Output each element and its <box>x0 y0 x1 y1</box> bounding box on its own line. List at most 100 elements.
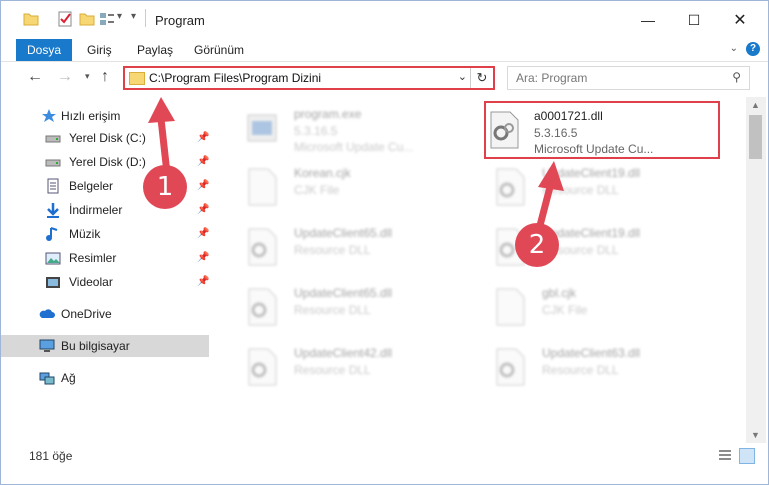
pin-icon[interactable]: 📌 <box>197 199 209 221</box>
file-item-selected[interactable]: a0001721.dll 5.3.16.5 Microsoft Update C… <box>484 101 720 159</box>
pin-icon[interactable]: 📌 <box>197 127 209 149</box>
sidebar-item-this-pc[interactable]: Bu bilgisayar <box>1 335 209 357</box>
tab-paylas[interactable]: Paylaş <box>137 39 173 61</box>
exe-file-icon <box>247 114 277 142</box>
title-divider <box>145 9 146 27</box>
address-path[interactable]: C:\Program Files\Program Dizini <box>149 71 321 85</box>
large-icons-view-icon[interactable] <box>739 448 755 464</box>
star-icon <box>42 109 56 122</box>
sidebar-item-pictures[interactable]: Resimler 📌 <box>1 247 209 269</box>
scroll-thumb[interactable] <box>749 115 762 159</box>
minimize-button[interactable]: — <box>625 7 671 33</box>
sidebar-item-videos[interactable]: Videolar 📌 <box>1 271 209 293</box>
search-icon[interactable]: ⚲ <box>732 70 741 84</box>
sidebar-item-local-disk-c[interactable]: Yerel Disk (C:) 📌 <box>1 127 209 149</box>
cloud-icon <box>39 309 55 318</box>
drive-icon <box>45 135 61 143</box>
sidebar-item-label: Ağ <box>61 371 76 385</box>
documents-icon <box>47 178 59 194</box>
file-item[interactable]: UpdateClient19.dll Resource DLL <box>474 220 704 272</box>
file-type: Resource DLL <box>542 363 619 377</box>
file-name: a0001721.dll <box>534 109 603 123</box>
file-type: Resource DLL <box>542 183 619 197</box>
pin-icon[interactable]: 📌 <box>197 175 209 197</box>
sidebar-item-label: Resimler <box>69 251 117 265</box>
folder-icon <box>129 72 145 85</box>
dll-file-icon <box>496 348 525 386</box>
file-item[interactable]: UpdateClient65.dll Resource DLL <box>226 220 456 272</box>
recent-locations-icon[interactable]: ▾ <box>85 71 90 82</box>
new-folder-icon[interactable] <box>79 11 95 27</box>
dll-file-icon <box>496 168 525 206</box>
pin-icon[interactable]: 📌 <box>197 271 209 293</box>
sidebar-item-label: Bu bilgisayar <box>61 339 130 353</box>
dll-file-icon <box>248 348 277 386</box>
back-button[interactable]: ← <box>27 68 43 86</box>
customize-view-icon[interactable] <box>99 11 115 27</box>
scroll-down-icon[interactable]: ▼ <box>751 430 760 440</box>
file-icon <box>248 168 277 206</box>
tab-giris[interactable]: Giriş <box>87 39 112 61</box>
pin-icon[interactable]: 📌 <box>197 223 209 245</box>
help-icon[interactable]: ? <box>746 42 760 56</box>
folder-icon[interactable] <box>23 11 39 27</box>
customize-toolbar-icon[interactable]: ▾ <box>131 11 136 22</box>
navigation-pane: Hızlı erişim Yerel Disk (C:) 📌 Yerel Dis… <box>1 99 211 439</box>
file-type: CJK File <box>542 303 588 317</box>
file-item[interactable]: UpdateClient19.dll Resource DLL <box>474 160 704 212</box>
file-name: program.exe <box>294 107 362 121</box>
sidebar-item-label: OneDrive <box>61 307 112 321</box>
address-bar[interactable]: C:\Program Files\Program Dizini ⌄ ↻ <box>123 66 495 90</box>
scroll-up-icon[interactable]: ▲ <box>751 100 760 110</box>
vertical-scrollbar[interactable]: ▲ ▼ <box>746 97 766 443</box>
file-type: Resource DLL <box>294 363 371 377</box>
sidebar-item-label: Müzik <box>69 227 101 241</box>
sidebar-item-label: Videolar <box>69 275 113 289</box>
qa-dropdown-icon[interactable]: ▾ <box>117 11 122 22</box>
refresh-button[interactable]: ↻ <box>470 68 493 88</box>
search-input[interactable]: Ara: Program ⚲ <box>507 66 750 90</box>
file-list: program.exe 5.3.16.5 Microsoft Update Cu… <box>216 96 746 441</box>
status-bar: 181 öğe <box>1 445 768 467</box>
file-icon <box>496 288 525 326</box>
navigation-bar: ← → ▾ ↑ C:\Program Files\Program Dizini … <box>1 62 768 94</box>
file-description: Microsoft Update Cu... <box>294 140 414 154</box>
sidebar-item-label: Hızlı erişim <box>61 109 121 123</box>
pin-icon[interactable]: 📌 <box>197 151 209 173</box>
file-item[interactable]: UpdateClient42.dll Resource DLL <box>226 340 456 392</box>
pin-icon[interactable]: 📌 <box>197 247 209 269</box>
file-item[interactable]: program.exe 5.3.16.5 Microsoft Update Cu… <box>226 101 456 154</box>
file-item[interactable]: UpdateClient63.dll Resource DLL <box>474 340 704 392</box>
explorer-window: ▾ ▾ Program — ☐ ✕ Dosya Giriş Paylaş Gör… <box>0 0 769 485</box>
sidebar-item-network[interactable]: Ağ <box>1 367 209 389</box>
file-type: CJK File <box>294 183 340 197</box>
up-button[interactable]: ↑ <box>101 68 109 86</box>
file-type: Resource DLL <box>294 243 371 257</box>
sidebar-item-label: Yerel Disk (D:) <box>69 155 146 169</box>
download-icon <box>47 203 59 218</box>
maximize-button[interactable]: ☐ <box>671 7 717 33</box>
sidebar-item-quick-access[interactable]: Hızlı erişim <box>1 105 209 127</box>
sidebar-item-onedrive[interactable]: OneDrive <box>1 303 209 325</box>
chevron-down-icon[interactable]: ⌄ <box>730 43 738 54</box>
file-name: gbl.cjk <box>542 286 577 300</box>
file-version: 5.3.16.5 <box>294 124 338 138</box>
tab-dosya[interactable]: Dosya <box>16 39 72 61</box>
tab-gorunum[interactable]: Görünüm <box>194 39 244 61</box>
dll-file-icon <box>248 288 277 326</box>
file-item[interactable]: UpdateClient65.dll Resource DLL <box>226 280 456 332</box>
pictures-icon <box>45 252 61 265</box>
close-button[interactable]: ✕ <box>717 7 763 33</box>
file-name: UpdateClient42.dll <box>294 346 393 360</box>
forward-button[interactable]: → <box>57 68 73 86</box>
chevron-down-icon[interactable]: ⌄ <box>458 70 467 83</box>
sidebar-item-label: Belgeler <box>69 179 114 193</box>
file-item[interactable]: gbl.cjk CJK File <box>474 280 704 332</box>
properties-icon[interactable] <box>57 11 73 27</box>
file-version: 5.3.16.5 <box>534 126 578 140</box>
search-placeholder: Ara: Program <box>516 71 588 85</box>
network-icon <box>39 372 55 385</box>
details-view-icon[interactable] <box>717 448 733 464</box>
file-item[interactable]: Korean.cjk CJK File <box>226 160 456 212</box>
sidebar-item-music[interactable]: Müzik 📌 <box>1 223 209 245</box>
